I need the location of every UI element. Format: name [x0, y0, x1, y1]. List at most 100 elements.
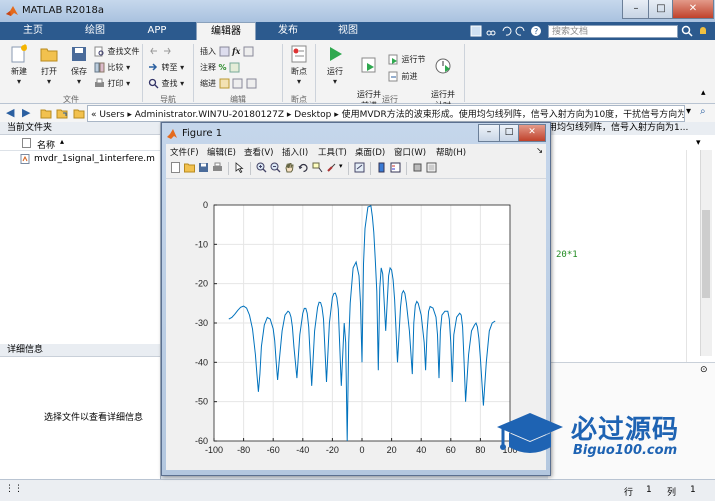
find-button[interactable]: 查找 ▾ [148, 78, 184, 89]
notification-icon[interactable] [697, 25, 709, 37]
smart-indent-icon [219, 78, 230, 89]
print-figure-icon[interactable] [212, 162, 223, 173]
sort-arrow-icon[interactable]: ▴ [60, 137, 64, 146]
close-button[interactable]: ✕ [672, 0, 714, 19]
breakpoints-button[interactable]: 断点 ▾ [285, 44, 313, 86]
compare-label: 比较 [107, 63, 124, 72]
editor-scrollbar[interactable] [700, 150, 712, 356]
menu-file[interactable]: 文件(F) [170, 146, 199, 158]
forward-icon[interactable]: ▶ [22, 106, 30, 119]
menu-view[interactable]: 查看(V) [244, 146, 273, 158]
undo-quick-icon[interactable] [500, 25, 512, 37]
maximize-button[interactable]: □ [648, 0, 674, 19]
list-item[interactable]: mvdr_1signal_1interfere.m [0, 152, 160, 166]
brush-icon[interactable] [326, 162, 337, 173]
figure-maximize-button[interactable]: □ [499, 124, 519, 142]
open-button[interactable]: 打开 ▾ [34, 44, 64, 86]
svg-text:?: ? [534, 27, 538, 36]
find-files-button[interactable]: 查找文件 [94, 46, 140, 57]
zoom-in-icon[interactable] [256, 162, 267, 173]
browse-folder-icon[interactable] [56, 107, 68, 119]
current-folder-panel: 当前文件夹 名称 ▴ mvdr_1signal_1interfere.m 详细信… [0, 122, 161, 498]
percent-comment-icon: % [218, 63, 227, 72]
tab-plots[interactable]: 绘图 [70, 22, 120, 40]
command-panel-menu-icon[interactable]: ⊙ [700, 365, 708, 375]
compare-button[interactable]: 比较 ▾ [94, 62, 130, 73]
x-tick-label: -60 [267, 445, 280, 455]
advance-button[interactable]: 前进 [388, 71, 418, 82]
menu-window[interactable]: 窗口(W) [394, 146, 426, 158]
back-forward-buttons[interactable] [148, 46, 173, 57]
minimize-button[interactable]: – [622, 0, 650, 19]
menu-edit[interactable]: 编辑(E) [207, 146, 236, 158]
path-field[interactable]: « Users ▸ Administrator.WIN7U-20180127Z … [87, 105, 685, 122]
scrollbar-thumb[interactable] [702, 210, 710, 298]
data-cursor-icon[interactable] [312, 162, 323, 173]
open-file-icon[interactable] [184, 162, 195, 173]
tab-home[interactable]: 主页 [8, 22, 58, 40]
up-folder-icon[interactable] [40, 107, 52, 119]
redo-quick-icon[interactable] [515, 25, 527, 37]
indent-button[interactable]: 缩进 [200, 78, 257, 89]
menu-tools[interactable]: 工具(T) [318, 146, 347, 158]
menu-dock-icon[interactable]: ↘ [536, 146, 543, 156]
details-header: 详细信息 [0, 344, 160, 357]
collapse-ribbon-icon[interactable]: ▴ [701, 88, 706, 98]
pan-hand-icon[interactable] [284, 162, 295, 173]
address-bar: ◀ ▶ « Users ▸ Administrator.WIN7U-201801… [0, 104, 715, 123]
search-input[interactable]: 搜索文档 [548, 25, 678, 38]
name-column-header[interactable]: 名称 [37, 138, 55, 151]
colorbar-icon[interactable] [376, 162, 387, 173]
code-snippet: 20*1 [556, 250, 578, 260]
path-search-icon[interactable]: ⌕ [700, 106, 706, 117]
show-plot-tools-icon[interactable] [426, 162, 437, 173]
search-icon[interactable] [681, 25, 693, 37]
editor-tab-dropdown-icon[interactable]: ▾ [696, 138, 701, 148]
m-file-icon [20, 154, 30, 164]
run-advance-icon [361, 57, 376, 73]
edit-plot-arrow-icon[interactable] [234, 162, 245, 173]
run-section-button[interactable]: 运行节 [388, 54, 426, 65]
figure-close-button[interactable]: ✕ [518, 124, 546, 142]
goto-button[interactable]: 转至 ▾ [148, 62, 184, 73]
rotate-3d-icon[interactable] [298, 162, 309, 173]
save-button[interactable]: 保存 ▾ [64, 44, 94, 86]
zoom-out-icon[interactable] [270, 162, 281, 173]
back-icon[interactable]: ◀ [6, 106, 14, 119]
cut-quick-icon[interactable] [485, 25, 497, 37]
path-dropdown-icon[interactable]: ▾ [686, 106, 691, 117]
tab-view[interactable]: 视图 [322, 22, 374, 40]
goto-label: 转至 [161, 63, 178, 72]
new-file-icon [11, 44, 27, 63]
link-plot-icon[interactable] [354, 162, 365, 173]
new-button[interactable]: 新建 ▾ [4, 44, 34, 86]
hide-plot-tools-icon[interactable] [412, 162, 423, 173]
new-figure-icon[interactable] [170, 162, 181, 173]
tab-publish[interactable]: 发布 [262, 22, 314, 40]
menu-desktop[interactable]: 桌面(D) [355, 146, 385, 158]
comment-button[interactable]: 注释 % [200, 62, 240, 73]
save-label: 保存 [71, 67, 87, 76]
save-quick-icon[interactable] [470, 25, 482, 37]
print-button[interactable]: 打印 ▾ [94, 78, 130, 89]
insert-button[interactable]: 插入 fx [200, 46, 254, 57]
figure-canvas: -100 -80 -60 -40 -20 0 20 40 60 80 100 0 -10 -20 -30 -4… [166, 179, 546, 470]
find-files-label: 查找文件 [107, 47, 140, 56]
help-quick-icon[interactable]: ? [530, 25, 542, 37]
figure-window[interactable]: Figure 1 – □ ✕ 文件(F) 编辑(E) 查看(V) 插入(I) 工… [161, 122, 551, 476]
tab-apps[interactable]: APP [132, 22, 182, 40]
menu-help[interactable]: 帮助(H) [436, 146, 466, 158]
figure-minimize-button[interactable]: – [478, 124, 500, 142]
save-figure-icon[interactable] [198, 162, 209, 173]
insert-section-icon [219, 46, 230, 57]
breakpoints-label: 断点 [291, 67, 307, 76]
legend-icon[interactable] [390, 162, 401, 173]
status-bar: ⋮⋮ 行 1 列 1 [0, 479, 715, 501]
brush-dropdown-icon[interactable]: ▾ [339, 162, 343, 170]
editor-tab[interactable]: 用均匀线列阵，信号入射方向为1... [548, 122, 715, 135]
file-name: mvdr_1signal_1interfere.m [34, 154, 155, 164]
run-button[interactable]: 运行 ▾ [320, 44, 350, 86]
menu-insert[interactable]: 插入(I) [282, 146, 308, 158]
beam-pattern-plot[interactable]: -100 -80 -60 -40 -20 0 20 40 60 80 1000-10-20-30-4… [166, 179, 546, 470]
tab-editor[interactable]: 编辑器 [196, 22, 256, 41]
